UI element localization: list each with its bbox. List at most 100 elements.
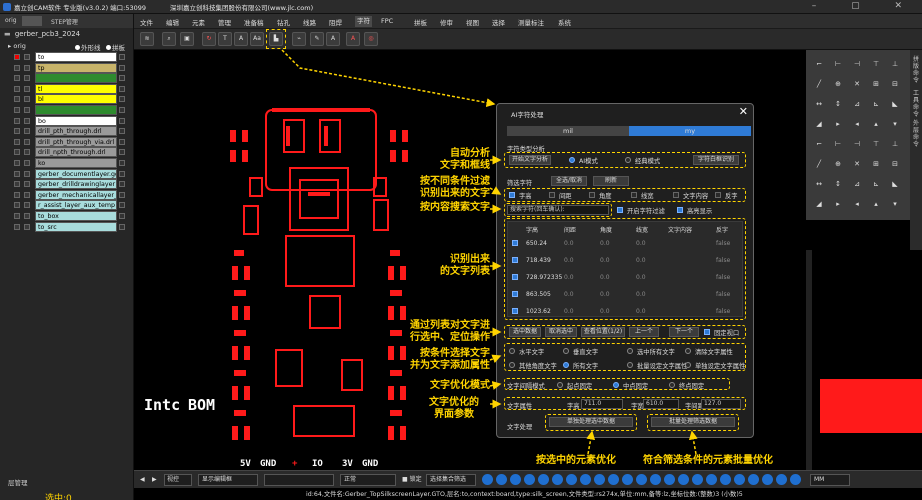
rotate-icon[interactable]: ↻ [202,32,216,46]
condition-radio[interactable] [563,362,569,368]
layer-visible-checkbox[interactable] [14,54,20,60]
right-scroll-strip[interactable] [806,250,812,470]
snap-icon[interactable] [664,474,675,485]
snap-icon[interactable] [594,474,605,485]
layer-select-checkbox[interactable] [24,212,30,219]
radio-center-fixed[interactable] [613,382,619,388]
search-input[interactable]: 搜索字符(回车确认): [507,205,609,215]
layer-visible-checkbox[interactable] [14,64,20,71]
layer-name[interactable]: gerber_mechanicallayer_ [35,189,117,200]
param-width-input[interactable]: 610.0 [643,399,679,409]
snap-icon[interactable] [776,474,787,485]
outline-toggle[interactable]: 外形线 [75,42,101,52]
layer-end-box[interactable] [119,202,125,209]
lock-toggle[interactable]: ■ 锁定 [402,474,422,486]
layer-name[interactable]: ko [35,157,117,168]
font-icon[interactable]: A [326,32,340,46]
tool-icon[interactable]: ◣ [888,98,902,110]
board-toggle[interactable]: 拼板 [106,42,125,52]
tool-icon[interactable]: ⊟ [888,78,902,90]
layer-visible-checkbox[interactable] [14,223,20,230]
tool-icon[interactable]: ⊾ [869,178,883,190]
layer-end-box[interactable] [119,191,125,198]
tool-icon[interactable]: ◂ [850,118,864,130]
edit-mode-select[interactable]: 正常 [340,474,396,486]
layer-visible-checkbox[interactable] [14,202,20,209]
filter-angle-checkbox[interactable] [589,192,595,198]
layer-select-checkbox[interactable] [24,181,30,188]
tool-icon[interactable]: ◣ [888,178,902,190]
tool-icon[interactable]: ⊕ [831,78,845,90]
layer-row[interactable] [0,104,133,116]
layer-end-box[interactable] [119,149,125,156]
tool-icon[interactable]: ▾ [888,198,902,210]
select-data-button[interactable]: 选中数据 [509,327,541,337]
snap-icon[interactable] [482,474,493,485]
tool-icon[interactable]: ⊤ [869,138,883,150]
edit-text-icon[interactable]: ✎ [310,32,324,46]
radio-classic-mode[interactable] [625,157,631,163]
row-checkbox[interactable] [512,240,518,246]
layer-row[interactable]: drill_npth_through.drl [0,147,133,158]
snap-icon[interactable] [790,474,801,485]
layer-visible-checkbox[interactable] [14,85,20,92]
layer-visible-checkbox[interactable] [14,149,20,156]
tool-icon[interactable]: ◢ [812,118,826,130]
next-arrow-icon[interactable]: ▶ [152,474,157,486]
layer-end-box[interactable] [119,117,125,124]
tool-icon[interactable]: ⌐ [812,58,826,70]
layer-end-box[interactable] [119,75,125,82]
menu-item[interactable]: 管理 [218,17,231,27]
layer-end-box[interactable] [119,138,125,145]
layer-select-checkbox[interactable] [24,117,30,124]
snap-icon[interactable] [510,474,521,485]
snap-icon[interactable] [622,474,633,485]
layer-end-box[interactable] [119,223,125,230]
highlight-checkbox[interactable] [677,207,683,213]
filter-height-checkbox[interactable] [509,192,515,198]
layer-name[interactable]: to_box [35,210,117,221]
menu-item[interactable]: 字符 [355,16,372,27]
tool-icon[interactable]: ↕ [831,178,845,190]
layer-select-checkbox[interactable] [24,54,30,60]
menu-item[interactable]: 选择 [492,17,505,27]
layer-row[interactable]: to_src [0,221,133,233]
text-frame-button[interactable]: 字符白框识别 [693,155,739,165]
snap-icon[interactable] [496,474,507,485]
layer-end-box[interactable] [119,212,125,219]
tool-icon[interactable]: ◂ [850,198,864,210]
tool-icon[interactable]: ↕ [831,98,845,110]
layer-select-checkbox[interactable] [24,170,30,177]
cancel-select-button[interactable]: 取消选中 [545,327,577,337]
tab-orig[interactable]: orig [2,16,20,26]
menu-item[interactable]: 元素 [192,17,205,27]
tool-icon[interactable]: ⊢ [831,58,845,70]
snap-icon[interactable] [524,474,535,485]
search-filter-checkbox[interactable] [617,207,623,213]
snap-icon[interactable] [678,474,689,485]
layer-end-box[interactable] [119,159,125,166]
layer-visible-checkbox[interactable] [14,181,20,188]
layer-row[interactable]: gerber_drilldrawinglayer [0,179,133,190]
tab-tool-commands[interactable]: 工具命令 [911,90,921,118]
layer-row[interactable]: drill_pth_through_via.drl [0,136,133,148]
menu-item[interactable]: FPC [381,17,393,25]
menu-item[interactable]: 文件 [140,17,153,27]
row-checkbox[interactable] [512,291,518,297]
layer-visible-checkbox[interactable] [14,96,20,103]
command-input[interactable] [264,474,334,486]
layer-visible-checkbox[interactable] [14,75,20,82]
tool-icon[interactable]: ↔ [812,98,826,110]
condition-radio[interactable] [509,362,515,368]
layer-name[interactable]: to [35,52,117,62]
tool-icon[interactable]: ⊞ [869,78,883,90]
snap-icon[interactable] [608,474,619,485]
condition-radio[interactable] [627,348,633,354]
layer-select-checkbox[interactable] [24,96,30,103]
tool-icon[interactable]: ⊟ [888,158,902,170]
layer-end-box[interactable] [119,106,125,113]
layer-select-checkbox[interactable] [24,128,30,135]
tool-icon[interactable]: ⊣ [850,138,864,150]
layer-end-box[interactable] [119,128,125,135]
mode-tab-mil[interactable]: mil [507,126,629,136]
